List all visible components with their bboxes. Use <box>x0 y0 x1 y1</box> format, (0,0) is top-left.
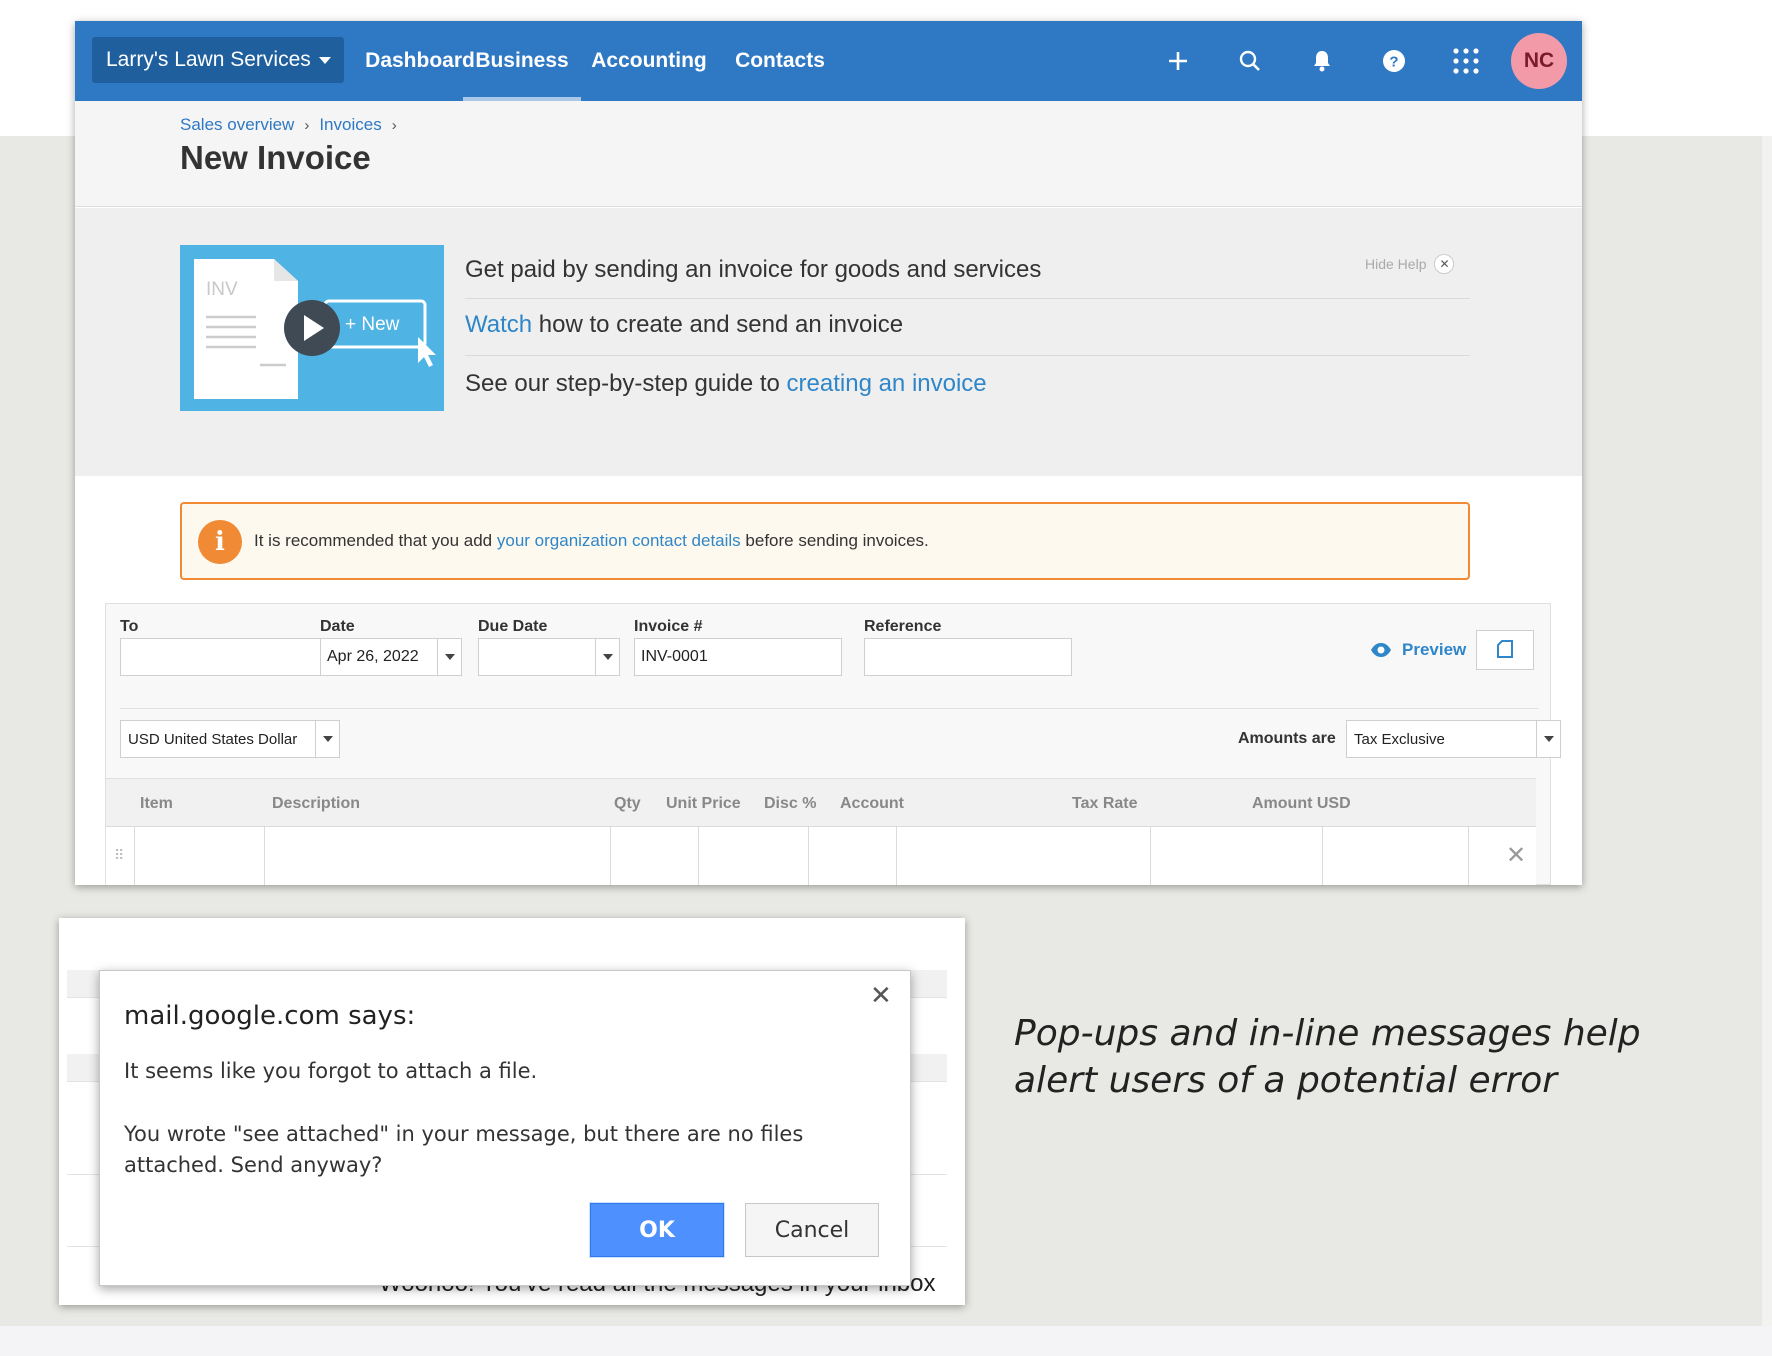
date-dropdown-button[interactable] <box>437 639 461 675</box>
invoice-form: To Date Apr 26, 2022 Due Date Invoice # … <box>105 603 1561 885</box>
drag-handle-icon[interactable]: ⠿ <box>114 847 124 864</box>
nav-contacts[interactable]: Contacts <box>725 21 835 101</box>
help-video-thumbnail[interactable]: INV + New <box>180 245 444 411</box>
account-cell[interactable] <box>896 827 1150 885</box>
copy-invoice-button[interactable] <box>1476 630 1534 670</box>
line-items-header: Item Description Qty Unit Price Disc % A… <box>106 778 1536 826</box>
invoice-number-label: Invoice # <box>634 618 703 635</box>
tax-mode-dropdown-button[interactable] <box>1536 721 1560 757</box>
column-item: Item <box>140 795 173 812</box>
dialog-message: It seems like you forgot to attach a fil… <box>124 1059 538 1083</box>
contact-details-alert: i It is recommended that you add your or… <box>180 502 1470 580</box>
column-tax-rate: Tax Rate <box>1072 795 1138 812</box>
description-cell[interactable] <box>264 827 610 885</box>
due-date-field[interactable] <box>478 638 620 676</box>
invoice-number-field[interactable]: INV-0001 <box>634 638 842 676</box>
reference-label: Reference <box>864 618 942 635</box>
tax-rate-cell[interactable] <box>1150 827 1322 885</box>
date-field[interactable]: Apr 26, 2022 <box>320 638 462 676</box>
bell-icon[interactable] <box>1304 43 1340 79</box>
to-label: To <box>120 618 139 635</box>
gmail-popup-screenshot: Woohoo! You've read all the messages in … <box>59 918 965 1305</box>
document-label: INV <box>206 279 238 300</box>
svg-text:?: ? <box>1389 54 1398 71</box>
help-icon[interactable]: ? <box>1376 43 1412 79</box>
page-header: Sales overview › Invoices › New Invoice <box>75 101 1582 207</box>
tax-mode-value: Tax Exclusive <box>1354 730 1445 748</box>
dialog-title: mail.google.com says: <box>124 1001 416 1031</box>
breadcrumb-sales-overview[interactable]: Sales overview <box>180 115 294 135</box>
reference-field[interactable] <box>864 638 1072 676</box>
tax-mode-select[interactable]: Tax Exclusive <box>1346 720 1561 758</box>
search-icon[interactable] <box>1232 43 1268 79</box>
help-line-get-paid: Get paid by sending an invoice for goods… <box>465 256 1042 283</box>
preview-label: Preview <box>1402 640 1467 659</box>
page-title: New Invoice <box>180 139 371 176</box>
due-date-label: Due Date <box>478 618 548 635</box>
column-qty: Qty <box>614 795 641 812</box>
help-line-watch: Watch how to create and send an invoice <box>465 298 1470 339</box>
caret-down-icon <box>318 56 331 64</box>
chevron-right-icon: › <box>304 116 310 134</box>
dialog-detail-message: You wrote "see attached" in your message… <box>124 1122 804 1177</box>
currency-select[interactable]: USD United States Dollar <box>120 720 340 758</box>
watch-video-link[interactable]: Watch <box>465 311 532 338</box>
help-panel: INV + New Hide Help ✕ Get paid by sendin… <box>75 208 1582 476</box>
new-button-label: + New <box>345 314 400 335</box>
form-divider <box>120 708 1538 709</box>
breadcrumb-invoices[interactable]: Invoices <box>319 115 381 135</box>
date-value: Apr 26, 2022 <box>327 648 419 665</box>
due-date-dropdown-button[interactable] <box>595 639 619 675</box>
nav-business[interactable]: Business <box>463 21 581 101</box>
organization-name: Larry's Lawn Services <box>106 48 311 71</box>
breadcrumb: Sales overview › Invoices › <box>180 115 397 135</box>
creating-invoice-link[interactable]: creating an invoice <box>787 370 987 397</box>
amount-cell[interactable] <box>1322 827 1468 885</box>
organization-switcher[interactable]: Larry's Lawn Services <box>92 37 344 83</box>
ok-button[interactable]: OK <box>590 1203 724 1257</box>
column-amount-usd: Amount USD <box>1252 795 1351 812</box>
column-description: Description <box>272 795 361 812</box>
top-navigation-bar: Larry's Lawn Services Dashboard Business… <box>75 21 1582 101</box>
caret-down-icon <box>1543 736 1554 742</box>
table-row: ⠿ ✕ <box>106 826 1536 885</box>
caret-down-icon <box>444 654 455 660</box>
alert-text-pre: It is recommended that you add <box>254 531 493 550</box>
preview-button[interactable]: Preview <box>1370 640 1466 660</box>
help-line-guide-text: See our step-by-step guide to <box>465 370 787 397</box>
currency-dropdown-button[interactable] <box>315 721 339 757</box>
organization-contact-details-link[interactable]: your organization contact details <box>497 531 741 551</box>
help-line-guide: See our step-by-step guide to creating a… <box>465 355 1470 398</box>
delete-row-icon[interactable]: ✕ <box>1506 841 1526 870</box>
eye-icon <box>1371 643 1391 657</box>
qty-cell[interactable] <box>610 827 698 885</box>
nav-accounting[interactable]: Accounting <box>581 21 717 101</box>
disc-cell[interactable] <box>808 827 896 885</box>
caret-down-icon <box>322 736 333 742</box>
page-background-bottom <box>0 1326 1772 1356</box>
date-label: Date <box>320 618 355 635</box>
chevron-right-icon: › <box>391 116 397 134</box>
column-account: Account <box>840 795 904 812</box>
plus-icon[interactable] <box>1160 43 1196 79</box>
caret-down-icon <box>602 654 613 660</box>
slide-caption: Pop-ups and in-line messages help alert … <box>1014 1013 1641 1101</box>
alert-text-post: before sending invoices. <box>745 531 929 550</box>
info-icon: i <box>198 520 242 564</box>
item-cell[interactable] <box>134 827 264 885</box>
currency-value: USD United States Dollar <box>128 730 298 748</box>
cancel-button[interactable]: Cancel <box>745 1203 879 1257</box>
amounts-are-label: Amounts are <box>1238 730 1336 747</box>
help-line-watch-text: how to create and send an invoice <box>532 311 904 338</box>
copy-icon <box>1497 640 1513 658</box>
unit-price-cell[interactable] <box>698 827 808 885</box>
apps-grid-icon[interactable] <box>1448 43 1484 79</box>
close-icon[interactable]: ✕ <box>870 981 892 1011</box>
invoice-app-screenshot: Larry's Lawn Services Dashboard Business… <box>75 21 1582 885</box>
user-avatar[interactable]: NC <box>1511 33 1567 89</box>
column-disc: Disc % <box>764 795 817 812</box>
attachment-reminder-dialog: mail.google.com says: ✕ It seems like yo… <box>99 970 911 1286</box>
column-unit-price: Unit Price <box>666 795 741 812</box>
